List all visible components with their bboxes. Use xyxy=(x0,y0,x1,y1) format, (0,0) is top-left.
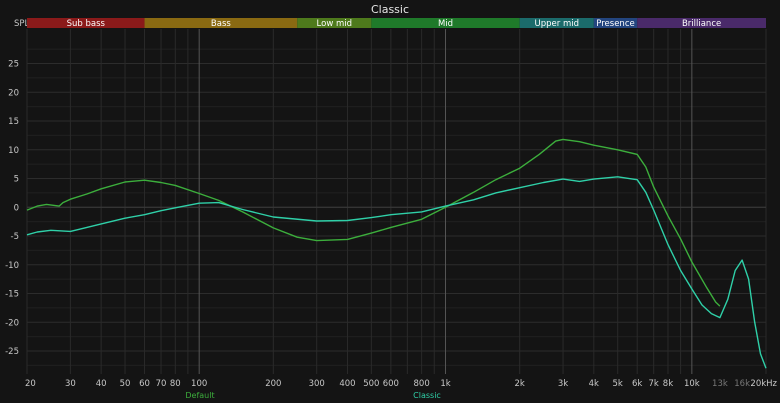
y-tick-label: 20 xyxy=(8,88,19,98)
x-tick-label: 3k xyxy=(558,379,568,389)
x-tick-label: 30 xyxy=(65,379,76,389)
series-line-classic xyxy=(26,176,767,369)
band-label-upper-mid: Upper mid xyxy=(535,19,579,29)
band-label-brilliance: Brilliance xyxy=(682,19,721,29)
x-tick-label: 13k xyxy=(712,379,728,389)
x-tick-label: 200 xyxy=(265,379,281,389)
frequency-bands: Sub bass Bass Low mid Mid Upper mid Presence B… xyxy=(27,18,766,29)
x-tick-label: 2k xyxy=(514,379,524,389)
x-tick-label: 40 xyxy=(96,379,107,389)
x-tick-label: 16k xyxy=(734,379,750,389)
x-tick-label: 300 xyxy=(309,379,325,389)
grid xyxy=(26,29,767,374)
y-tick-label: 10 xyxy=(8,146,19,156)
x-ticks: 20 30 40 50 60 70 80 100 200 300 400 500 600 800 1k 2k 3… xyxy=(25,379,778,389)
x-tick-label: 800 xyxy=(414,379,430,389)
x-tick-label: 7k xyxy=(649,379,659,389)
y-tick-label: 15 xyxy=(8,117,19,127)
series-lines xyxy=(26,138,767,369)
band-label-presence: Presence xyxy=(596,19,634,29)
x-tick-label: 8k xyxy=(663,379,673,389)
y-tick-label: -10 xyxy=(5,261,19,271)
y-tick-label: 0 xyxy=(14,203,19,213)
legend: Default Classic xyxy=(185,391,440,400)
x-tick-label: 500 xyxy=(363,379,379,389)
y-ticks: -25 -20 -15 -10 -5 0 5 10 15 20 25 xyxy=(5,60,19,358)
legend-item-classic: Classic xyxy=(413,391,441,400)
chart-title: Classic xyxy=(371,3,409,16)
band-label-low-mid: Low mid xyxy=(317,19,352,29)
x-tick-label: 10k xyxy=(684,379,700,389)
y-tick-label: -25 xyxy=(5,347,19,357)
band-label-mid: Mid xyxy=(438,19,453,29)
x-tick-label: 60 xyxy=(139,379,150,389)
x-tick-label: 4k xyxy=(589,379,599,389)
y-tick-label: -20 xyxy=(5,318,19,328)
x-tick-label: 20 xyxy=(25,379,36,389)
x-tick-label: 5k xyxy=(613,379,623,389)
legend-item-default: Default xyxy=(185,391,214,400)
band-label-sub-bass: Sub bass xyxy=(67,19,106,29)
x-tick-label: 70 xyxy=(156,379,167,389)
y-tick-label: 5 xyxy=(14,175,19,185)
x-tick-label: 400 xyxy=(339,379,355,389)
band-label-bass: Bass xyxy=(211,19,231,29)
x-tick-label: 80 xyxy=(170,379,181,389)
x-tick-label: 600 xyxy=(383,379,399,389)
y-tick-label: -5 xyxy=(11,232,19,242)
x-tick-label: 6k xyxy=(632,379,642,389)
y-tick-label: 25 xyxy=(8,60,19,70)
x-tick-label: 100 xyxy=(191,379,207,389)
x-tick-label: 20kHz xyxy=(750,379,777,389)
x-tick-label: 1k xyxy=(440,379,450,389)
frequency-response-chart: Classic SPL Sub bass Bass Low mid Mid Upper … xyxy=(5,3,778,400)
y-tick-label: -15 xyxy=(5,290,19,300)
x-tick-label: 50 xyxy=(120,379,131,389)
